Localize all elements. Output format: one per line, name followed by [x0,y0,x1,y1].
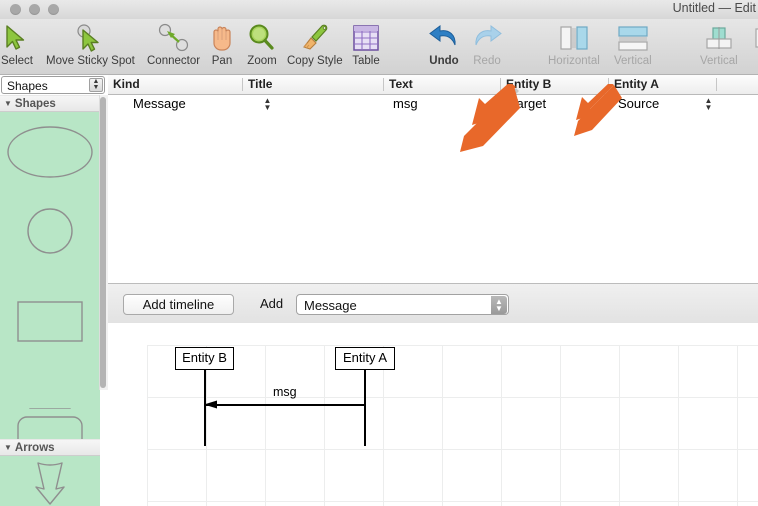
toolbar-button-table[interactable]: Table [350,21,382,68]
toolbar-label-connector: Connector [147,55,201,67]
cell-text[interactable]: msg [388,94,418,114]
toolbar-button-select[interactable]: Select [1,21,33,68]
toolbar-button-split-vertical: Vertical [614,21,652,68]
cell-entity-b[interactable]: Target [505,94,546,114]
connector-icon [158,21,190,55]
close-button[interactable] [10,4,21,15]
toolbar-label-copy-style: Copy Style [287,55,343,67]
toolbar-label-pan: Pan [211,55,233,67]
toolbar-button-connector[interactable]: Connector [147,21,200,68]
toolbar-button-undo[interactable]: Undo [427,21,461,68]
toolbar-button-align-horizontal: H [752,21,758,68]
cell-kind-stepper[interactable]: ▲ ▼ [263,97,272,112]
shape-palette-arrows [0,456,100,506]
paintbrush-icon [299,21,331,55]
sidebar-group-label-arrows: Arrows [14,442,55,454]
sidebar-group-shapes[interactable]: ▼ Shapes [0,95,100,112]
timeline-controls-bar: Add timeline Add Message ▲ ▼ [108,283,758,325]
timeline-table: Kind Title Text Entity B Entity A Messag… [108,75,758,283]
main-toolbar: Select Move Sticky Spot Connector Pan Zo… [0,19,758,75]
zoom-button[interactable] [48,4,59,15]
shapes-sidebar: Shapes ▲ ▼ ▼ Shapes ▼ Arrows [0,75,109,506]
message-arrowhead-icon [204,400,217,409]
shape-palette-shapes [0,112,100,408]
cell-entity-a[interactable]: Source [613,94,659,114]
align-vertical-icon [702,21,736,55]
sidebar-group-arrows[interactable]: ▼ Arrows [0,439,100,456]
arrow-cursor-icon [2,21,32,55]
toolbar-button-move-sticky-spot[interactable]: Move Sticky Spot [46,21,135,68]
column-header-entity-b[interactable]: Entity B [501,75,608,94]
undo-arrow-icon [427,21,461,55]
toolbar-label-redo: Redo [473,55,501,67]
column-header-kind[interactable]: Kind [108,75,242,94]
toolbar-label-split-horizontal: Horizontal [548,55,600,67]
column-header-text[interactable]: Text [384,75,500,94]
toolbar-button-copy-style[interactable]: Copy Style [287,21,343,68]
table-header-row: Kind Title Text Entity B Entity A [108,75,758,95]
hand-icon [208,21,236,55]
canvas-grid [147,345,758,506]
toolbar-label-table: Table [352,55,380,67]
window-controls [10,4,59,15]
align-horizontal-icon [752,21,758,55]
split-horizontal-icon [557,21,591,55]
table-grid-icon [350,21,382,55]
table-row[interactable]: Message ▲ ▼ msg Target ▲ ▼ Source ▲ ▼ [108,94,758,114]
cell-entity-b-stepper[interactable]: ▲ ▼ [600,97,609,112]
add-timeline-button[interactable]: Add timeline [123,294,234,315]
shape-library-select[interactable]: Shapes ▲ ▼ [1,76,105,94]
toolbar-button-split-horizontal: Horizontal [548,21,600,68]
shape-library-stepper[interactable]: ▲ ▼ [89,78,103,92]
message-line-msg[interactable] [205,404,364,406]
move-sticky-spot-icon [73,21,107,55]
add-element-select[interactable]: Message ▲ ▼ [296,294,509,315]
shape-library-value: Shapes [7,79,48,93]
toolbar-button-align-vertical: Vertical [700,21,738,68]
window-title: Untitled — Edit [672,1,756,15]
title-bar: Untitled — Edit [0,0,758,20]
magnifier-icon [247,21,277,55]
lifeline-entity-a[interactable] [364,370,366,446]
message-label-msg: msg [273,385,297,399]
toolbar-label-zoom: Zoom [247,55,277,67]
column-header-title[interactable]: Title [243,75,383,94]
chevron-down-icon: ▼ [4,99,12,108]
toolbar-label-split-vertical: Vertical [614,55,652,67]
toolbar-button-pan[interactable]: Pan [208,21,236,68]
add-element-value: Message [304,298,357,313]
entity-box-entity-b[interactable]: Entity B [175,347,234,370]
column-header-blank[interactable] [717,75,758,94]
redo-arrow-icon [470,21,504,55]
app-window: Untitled — Edit Select Move Sticky Spot [0,0,758,506]
sequence-diagram-canvas[interactable]: Entity B Entity A msg [108,323,758,506]
add-label: Add [260,296,284,311]
minimize-button[interactable] [29,4,40,15]
split-vertical-icon [616,21,650,55]
sidebar-scrollbar-thumb[interactable] [100,97,106,388]
toolbar-label-select: Select [1,55,33,67]
toolbar-label-move-sticky-spot: Move Sticky Spot [46,55,135,67]
column-header-entity-a[interactable]: Entity A [609,75,716,94]
add-element-stepper[interactable]: ▲ ▼ [491,296,507,314]
chevron-down-icon: ▼ [4,443,12,452]
toolbar-label-undo: Undo [429,55,459,67]
cell-kind[interactable]: Message [128,94,186,114]
toolbar-button-redo: Redo [470,21,504,68]
sidebar-group-label-shapes: Shapes [14,98,56,110]
cell-entity-a-stepper[interactable]: ▲ ▼ [704,97,713,112]
entity-box-entity-a[interactable]: Entity A [335,347,395,370]
toolbar-label-align-vertical: Vertical [700,55,738,67]
toolbar-button-zoom[interactable]: Zoom [247,21,277,68]
